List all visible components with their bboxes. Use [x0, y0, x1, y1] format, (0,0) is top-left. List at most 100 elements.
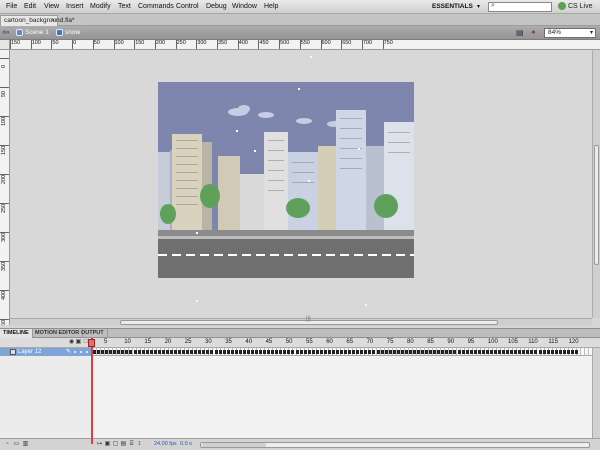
keyframe[interactable] — [307, 350, 311, 354]
cs-live-button[interactable]: CS Live — [558, 0, 593, 14]
keyframe[interactable] — [222, 350, 226, 354]
zoom-select[interactable]: 84% ▾ — [544, 28, 596, 38]
keyframe[interactable] — [323, 350, 327, 354]
keyframe[interactable] — [518, 350, 522, 354]
keyframe[interactable] — [161, 350, 165, 354]
menu-insert[interactable]: Insert — [66, 0, 84, 14]
keyframe[interactable] — [380, 350, 384, 354]
menu-view[interactable]: View — [44, 0, 59, 14]
keyframe[interactable] — [445, 350, 449, 354]
stage-horizontal-scrollbar[interactable]: ||| — [10, 316, 592, 326]
keyframe[interactable] — [226, 350, 230, 354]
keyframe[interactable] — [283, 350, 287, 354]
keyframe[interactable] — [198, 350, 202, 354]
keyframe[interactable] — [105, 350, 109, 354]
keyframe[interactable] — [263, 350, 267, 354]
keyframe[interactable] — [477, 350, 481, 354]
keyframe[interactable] — [336, 350, 339, 354]
keyframe[interactable] — [315, 350, 319, 354]
frame-rate[interactable]: 24.00 fps — [154, 441, 177, 448]
new-layer-icon[interactable]: ▫ — [4, 441, 11, 448]
menu-text[interactable]: Text — [118, 0, 131, 14]
menu-control[interactable]: Control — [176, 0, 199, 14]
keyframe[interactable] — [453, 350, 457, 354]
keyframe[interactable] — [311, 350, 315, 354]
playhead[interactable] — [91, 338, 93, 444]
keyframe[interactable] — [165, 350, 169, 354]
scrollbar-thumb[interactable] — [202, 443, 266, 447]
keyframe[interactable] — [473, 350, 477, 354]
keyframe[interactable] — [392, 350, 396, 354]
keyframe[interactable] — [412, 350, 416, 354]
keyframe[interactable] — [97, 350, 101, 354]
keyframe[interactable] — [558, 350, 562, 354]
keyframe[interactable] — [538, 350, 542, 354]
keyframe[interactable] — [534, 350, 538, 354]
keyframe[interactable] — [522, 350, 526, 354]
keyframe[interactable] — [214, 350, 218, 354]
keyframe[interactable] — [530, 350, 534, 354]
keyframe[interactable] — [493, 350, 497, 354]
timeline-horizontal-scrollbar[interactable] — [200, 442, 590, 448]
keyframe[interactable] — [550, 350, 554, 354]
keyframe[interactable] — [368, 350, 372, 354]
menu-file[interactable]: File — [6, 0, 17, 14]
keyframe[interactable] — [489, 350, 493, 354]
keyframe[interactable] — [360, 350, 364, 354]
keyframe[interactable] — [465, 350, 469, 354]
keyframe[interactable] — [303, 350, 307, 354]
eye-icon[interactable]: ◉ — [68, 339, 75, 346]
keyframe[interactable] — [457, 350, 461, 354]
stage[interactable] — [158, 82, 414, 278]
keyframe[interactable] — [267, 350, 271, 354]
current-frame[interactable]: 1 — [138, 441, 141, 448]
edit-scene-icon[interactable]: ▤ — [516, 28, 526, 38]
keyframe[interactable] — [157, 350, 161, 354]
keyframe[interactable] — [554, 350, 558, 354]
delete-icon[interactable]: ▥ — [22, 441, 29, 448]
frame-strip[interactable] — [92, 348, 592, 356]
keyframe[interactable] — [417, 350, 420, 354]
keyframe[interactable] — [129, 350, 133, 354]
visibility-dot[interactable] — [74, 351, 76, 353]
menu-edit[interactable]: Edit — [24, 0, 36, 14]
timeline-vertical-scrollbar[interactable] — [592, 348, 600, 438]
keyframe[interactable] — [404, 350, 408, 354]
keyframe[interactable] — [206, 350, 210, 354]
keyframe[interactable] — [542, 350, 546, 354]
help-search-input[interactable]: ⌕ — [488, 2, 552, 12]
keyframe[interactable] — [145, 350, 149, 354]
keyframe[interactable] — [133, 350, 137, 354]
keyframe[interactable] — [137, 350, 141, 354]
keyframe[interactable] — [275, 350, 279, 354]
keyframe[interactable] — [433, 350, 437, 354]
keyframe[interactable] — [279, 350, 283, 354]
keyframe[interactable] — [348, 350, 352, 354]
playhead-handle[interactable] — [88, 339, 95, 347]
keyframe[interactable] — [238, 350, 242, 354]
keyframe[interactable] — [340, 350, 344, 354]
menu-debug[interactable]: Debug — [206, 0, 227, 14]
keyframe[interactable] — [344, 350, 348, 354]
keyframe[interactable] — [546, 350, 550, 354]
edit-multiple-frames-icon[interactable]: ▤ — [120, 441, 127, 448]
keyframe[interactable] — [291, 350, 295, 354]
keyframe[interactable] — [121, 350, 125, 354]
keyframe[interactable] — [109, 350, 113, 354]
keyframe[interactable] — [352, 350, 356, 354]
keyframe[interactable] — [441, 350, 445, 354]
keyframe[interactable] — [174, 350, 177, 354]
scrollbar-thumb[interactable] — [594, 145, 599, 265]
menu-commands[interactable]: Commands — [138, 0, 174, 14]
keyframe[interactable] — [562, 350, 566, 354]
pasteboard[interactable] — [10, 50, 592, 318]
keyframe[interactable] — [574, 350, 578, 354]
keyframe[interactable] — [287, 350, 291, 354]
keyframe[interactable] — [425, 350, 429, 354]
edit-symbols-icon[interactable]: ✦ — [530, 28, 540, 38]
breadcrumb-symbol[interactable]: snow — [56, 26, 80, 40]
keyframe[interactable] — [295, 350, 299, 354]
keyframe[interactable] — [514, 350, 518, 354]
keyframe[interactable] — [421, 350, 425, 354]
breadcrumb-scene[interactable]: Scene 1 — [16, 26, 49, 40]
